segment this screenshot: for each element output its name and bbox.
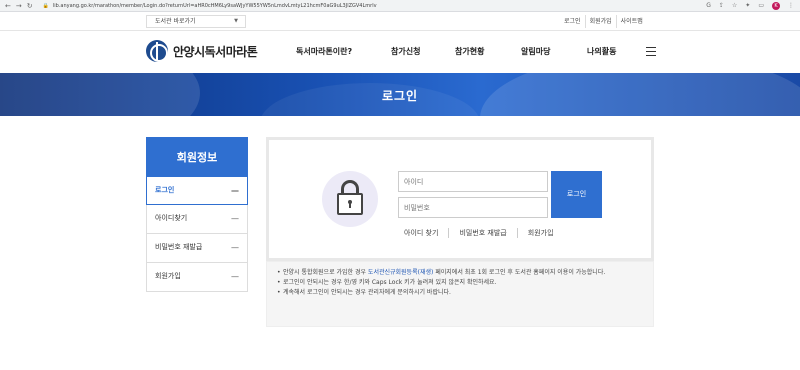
- notice-line: 계속해서 로그인이 안되시는 경우 관리자에게 문의하시기 바랍니다.: [277, 288, 643, 298]
- util-login-link[interactable]: 로그인: [560, 15, 585, 28]
- find-id-link[interactable]: 아이디 찾기: [399, 228, 448, 238]
- profile-avatar[interactable]: K: [772, 1, 780, 10]
- sidepanel-icon[interactable]: ▭: [758, 2, 764, 9]
- utility-bar: 도서관 바로가기 ▼ 로그인 회원가입 사이트맵: [0, 12, 800, 31]
- dash-icon: —: [231, 243, 239, 252]
- notice-line: 로그인이 안되시는 경우 한/영 키와 Caps Lock 키가 눌려져 있지 …: [277, 278, 643, 288]
- google-icon[interactable]: G: [706, 2, 711, 9]
- back-icon[interactable]: ←: [5, 0, 11, 12]
- library-shortcut-select[interactable]: 도서관 바로가기 ▼: [146, 15, 246, 28]
- lock-icon: [322, 171, 378, 227]
- hamburger-menu-icon[interactable]: [646, 47, 656, 56]
- nav-status[interactable]: 참가현황: [455, 46, 521, 57]
- site-logo[interactable]: 안양시독서마라톤: [146, 40, 258, 62]
- page-title: 로그인: [381, 89, 419, 103]
- library-shortcut-label: 도서관 바로가기: [155, 18, 196, 25]
- sidebar-title: 회원정보: [146, 137, 248, 176]
- menu-kebab-icon[interactable]: ⋮: [788, 2, 794, 9]
- sidebar-item-find-id[interactable]: 아이디찾기 —: [146, 205, 248, 234]
- nav-notice[interactable]: 알림마당: [521, 46, 587, 57]
- nav-about[interactable]: 독서마라톤이란?: [296, 46, 391, 57]
- login-notice: 안양시 통합회원으로 가입한 경우 도서관신규회원등록(재생) 페이지에서 최초…: [266, 261, 654, 327]
- login-box: 로그인 아이디 찾기 비밀번호 재발급 회원가입: [266, 137, 654, 261]
- forward-icon[interactable]: →: [16, 0, 22, 12]
- sidebar: 회원정보 로그인 — 아이디찾기 — 비밀번호 재발급 — 회원가입 —: [146, 137, 248, 292]
- util-signup-link[interactable]: 회원가입: [584, 15, 616, 28]
- notice-line: 안양시 통합회원으로 가입한 경우 도서관신규회원등록(재생) 페이지에서 최초…: [277, 268, 643, 278]
- util-sitemap-link[interactable]: 사이트맵: [615, 15, 647, 28]
- sidebar-item-signup[interactable]: 회원가입 —: [146, 263, 248, 292]
- browser-nav: ← → ↻: [0, 0, 33, 12]
- chevron-down-icon: ▼: [234, 18, 238, 24]
- star-icon[interactable]: ☆: [732, 2, 737, 9]
- nav-apply[interactable]: 참가신청: [391, 46, 455, 57]
- login-help-links: 아이디 찾기 비밀번호 재발급 회원가입: [399, 228, 564, 238]
- reset-password-link[interactable]: 비밀번호 재발급: [448, 228, 516, 238]
- sidebar-item-login[interactable]: 로그인 —: [146, 176, 248, 205]
- sidebar-item-label: 비밀번호 재발급: [155, 243, 203, 251]
- utility-links: 로그인 회원가입 사이트맵: [560, 15, 647, 28]
- anyang-emblem-icon: [146, 40, 168, 62]
- sidebar-item-label: 로그인: [155, 186, 175, 194]
- login-button[interactable]: 로그인: [551, 171, 602, 218]
- library-member-registration-link[interactable]: 도서관신규회원등록(재생): [368, 269, 433, 276]
- password-input[interactable]: [398, 197, 548, 218]
- dash-icon: —: [231, 186, 239, 195]
- sidebar-item-label: 아이디찾기: [155, 214, 188, 222]
- sidebar-item-label: 회원가입: [155, 272, 181, 280]
- browser-actions: G ⇪ ☆ ✦ ▭ K ⋮: [706, 1, 800, 10]
- user-id-input[interactable]: [398, 171, 548, 192]
- site-header: 안양시독서마라톤 독서마라톤이란? 참가신청 참가현황 알림마당 나의활동: [0, 31, 800, 73]
- signup-link[interactable]: 회원가입: [516, 228, 564, 238]
- lock-icon: 🔒: [42, 2, 49, 9]
- browser-toolbar: ← → ↻ 🔒 lib.anyang.go.kr/marathon/member…: [0, 0, 800, 12]
- dash-icon: —: [231, 214, 239, 223]
- dash-icon: —: [231, 272, 239, 281]
- page-banner: 로그인: [0, 73, 800, 116]
- nav-my-activity[interactable]: 나의활동: [587, 46, 645, 57]
- address-bar[interactable]: 🔒 lib.anyang.go.kr/marathon/member/Login…: [43, 3, 377, 9]
- sidebar-item-reset-password[interactable]: 비밀번호 재발급 —: [146, 234, 248, 263]
- url-text: lib.anyang.go.kr/marathon/member/Login.d…: [52, 2, 377, 9]
- logo-text: 안양시독서마라톤: [173, 44, 258, 59]
- reload-icon[interactable]: ↻: [27, 0, 33, 12]
- main-nav: 독서마라톤이란? 참가신청 참가현황 알림마당 나의활동: [296, 46, 645, 57]
- share-icon[interactable]: ⇪: [719, 2, 724, 9]
- extensions-icon[interactable]: ✦: [745, 2, 750, 9]
